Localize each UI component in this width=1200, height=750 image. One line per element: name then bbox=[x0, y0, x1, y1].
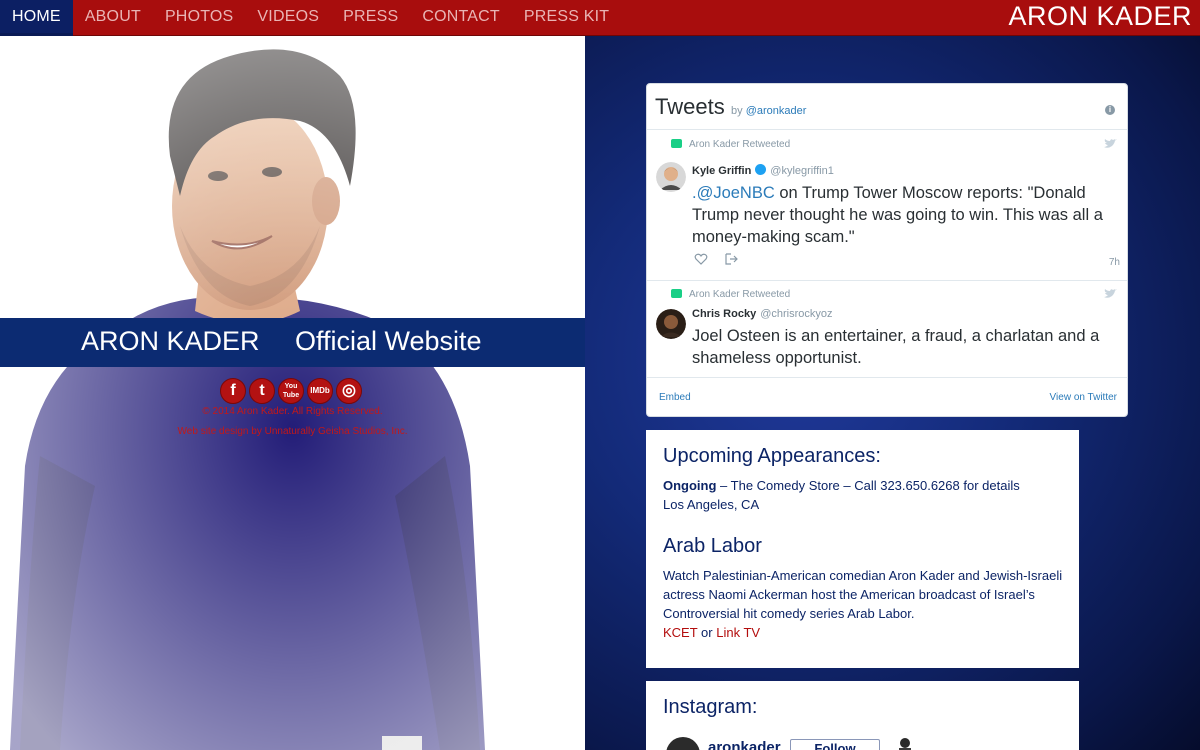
view-on-twitter-link[interactable]: View on Twitter bbox=[1050, 392, 1117, 403]
follow-button[interactable]: Follow bbox=[790, 739, 880, 750]
retweet-label: Aron Kader Retweeted bbox=[671, 289, 790, 300]
avatar[interactable] bbox=[656, 309, 686, 339]
instagram-username[interactable]: aronkader bbox=[708, 739, 781, 750]
imdb-icon[interactable]: IMDb bbox=[307, 378, 333, 404]
appearances-heading: Upcoming Appearances: bbox=[663, 445, 881, 467]
twitter-by-label: by bbox=[731, 105, 743, 117]
hero-panel: ARON KADER Official Website f t You Tube… bbox=[0, 36, 585, 750]
instagram-thumbnail[interactable] bbox=[896, 737, 914, 750]
verified-icon bbox=[755, 164, 767, 175]
twitter-handle-link[interactable]: @aronkader bbox=[746, 105, 807, 117]
instagram-card: Instagram: aronkader Follow bbox=[646, 681, 1079, 750]
show-heading: Arab Labor bbox=[663, 535, 762, 557]
kcet-link[interactable]: KCET bbox=[663, 625, 697, 640]
mention-link[interactable]: .@JoeNBC bbox=[692, 184, 775, 202]
tweet-text: Joel Osteen is an entertainer, a fraud, … bbox=[692, 327, 1100, 367]
nav-home[interactable]: HOME bbox=[0, 0, 73, 36]
designer-credit-link[interactable]: Web site design by Unnaturally Geisha St… bbox=[0, 426, 585, 437]
nav-press-kit[interactable]: PRESS KIT bbox=[512, 0, 621, 36]
show-description: Watch Palestinian-American comedian Aron… bbox=[663, 568, 1063, 621]
info-icon[interactable]: i bbox=[1105, 105, 1115, 115]
content-panel: Tweets by @aronkader i Aron Kader Retwee… bbox=[585, 36, 1200, 750]
avatar[interactable] bbox=[666, 737, 700, 750]
twitter-bird-icon bbox=[1104, 289, 1117, 298]
retweet-icon bbox=[671, 139, 682, 148]
nav-press[interactable]: PRESS bbox=[331, 0, 410, 36]
tweet-text: .@JoeNBC on Trump Tower Moscow reports: … bbox=[692, 184, 1103, 246]
show-links: KCET or Link TV bbox=[663, 625, 761, 640]
avatar[interactable] bbox=[656, 162, 686, 192]
retweet-label: Aron Kader Retweeted bbox=[671, 139, 790, 150]
share-icon[interactable] bbox=[724, 252, 738, 266]
site-brand[interactable]: ARON KADER bbox=[1008, 0, 1192, 36]
instagram-heading: Instagram: bbox=[663, 696, 758, 718]
youtube-icon[interactable]: You Tube bbox=[278, 378, 304, 404]
tweet-item[interactable]: Aron Kader Retweeted Kyle Griffin @kylegr… bbox=[647, 131, 1127, 281]
twitter-bird-icon bbox=[1104, 139, 1117, 148]
tweet-item[interactable]: Aron Kader Retweeted Chris Rocky @chrisro… bbox=[647, 281, 1127, 378]
instagram-icon[interactable]: ◎ bbox=[336, 378, 362, 404]
top-nav: HOME ABOUT PHOTOS VIDEOS PRESS CONTACT P… bbox=[0, 0, 1200, 36]
nav-contact[interactable]: CONTACT bbox=[410, 0, 512, 36]
twitter-icon[interactable]: t bbox=[249, 378, 275, 404]
retweet-icon bbox=[671, 289, 682, 298]
tweet-author[interactable]: Kyle Griffin @kylegriffin1 bbox=[692, 164, 834, 177]
tweet-timestamp[interactable]: 7h bbox=[1109, 257, 1120, 268]
twitter-timeline: Tweets by @aronkader i Aron Kader Retwee… bbox=[646, 83, 1128, 417]
ongoing-appearance: Ongoing – The Comedy Store – Call 323.65… bbox=[663, 478, 1020, 493]
ongoing-label: Ongoing bbox=[663, 478, 717, 493]
facebook-icon[interactable]: f bbox=[220, 378, 246, 404]
twitter-header: Tweets by @aronkader i bbox=[647, 84, 1127, 130]
link-tv-link[interactable]: Link TV bbox=[716, 625, 760, 640]
nav-videos[interactable]: VIDEOS bbox=[245, 0, 331, 36]
nav-menu: HOME ABOUT PHOTOS VIDEOS PRESS CONTACT P… bbox=[0, 0, 621, 36]
social-links: f t You Tube IMDb ◎ bbox=[220, 378, 362, 404]
copyright-text: © 2014 Aron Kader. All Rights Reserved. bbox=[202, 406, 383, 417]
tweet-author[interactable]: Chris Rocky @chrisrockyoz bbox=[692, 308, 833, 320]
appearance-location: Los Angeles, CA bbox=[663, 497, 760, 512]
appearances-card: Upcoming Appearances: Ongoing – The Come… bbox=[646, 430, 1079, 668]
nav-about[interactable]: ABOUT bbox=[73, 0, 153, 36]
nav-photos[interactable]: PHOTOS bbox=[153, 0, 245, 36]
banner-name: ARON KADER bbox=[81, 326, 260, 356]
embed-link[interactable]: Embed bbox=[659, 392, 691, 403]
twitter-title: Tweets bbox=[655, 94, 725, 119]
twitter-by-line: by @aronkader bbox=[731, 105, 806, 117]
heart-icon[interactable] bbox=[694, 252, 708, 266]
hero-banner: ARON KADER Official Website bbox=[0, 318, 585, 367]
banner-subtitle: Official Website bbox=[295, 326, 482, 356]
